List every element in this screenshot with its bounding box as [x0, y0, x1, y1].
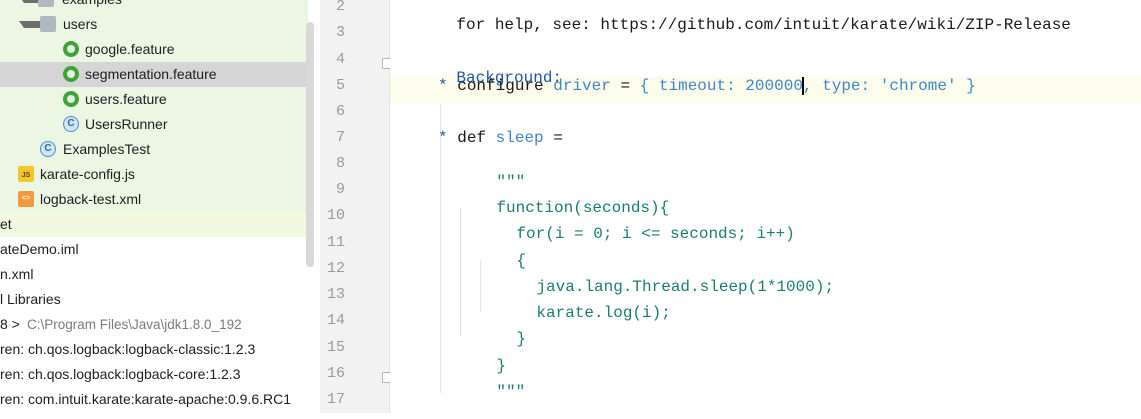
tree-item-label: ExamplesTest [63, 141, 151, 157]
configure-keyword: configure [457, 77, 544, 96]
code-line-10: for(i = 0; i <= seconds; i++) [478, 207, 1141, 243]
def-keyword: def [457, 129, 487, 147]
line-number: 3 [335, 24, 345, 41]
code-line-13: karate.log(i); [498, 286, 1141, 322]
assign-operator: = [553, 129, 563, 147]
driver-config-b: , type: 'chrome' } [802, 77, 976, 96]
line-number: 14 [326, 312, 345, 329]
code-line-11: { [478, 234, 1141, 270]
tree-item-label: karate-config.js [40, 166, 135, 182]
tree-item-label: segmentation.feature [85, 66, 217, 82]
tree-item-examples[interactable]: examples [0, 0, 308, 12]
karate-feature-icon [63, 66, 79, 82]
line-number: 8 [335, 155, 345, 172]
project-tree: examples users google.feature segmentati… [0, 0, 320, 413]
karate-feature-icon [63, 91, 79, 107]
tree-item-examplestest[interactable]: C ExamplesTest [0, 137, 308, 162]
tree-item-label: n.xml [0, 266, 34, 282]
line-number: 15 [326, 339, 345, 356]
tree-scrollbar[interactable] [306, 22, 314, 267]
line-number: 9 [335, 181, 345, 198]
tree-item-karate-config[interactable]: JS karate-config.js [0, 162, 308, 187]
code-line-15: } [458, 339, 1141, 375]
tree-item-target[interactable]: et [0, 212, 308, 237]
line-number: 12 [326, 260, 345, 277]
tree-item-segmentation-feature[interactable]: segmentation.feature [0, 62, 308, 87]
comment-text: for help, see: https://github.com/intuit… [456, 16, 1071, 34]
folder-icon [38, 0, 54, 7]
code-line-2: for help, see: https://github.com/intuit… [418, 0, 1141, 34]
code-line-5: * configure driver = { timeout: 200000, … [438, 77, 1141, 103]
line-number: 7 [335, 129, 345, 146]
tree-item-pom[interactable]: n.xml [0, 262, 308, 287]
code-line-7: * def sleep = [438, 129, 1141, 155]
code-editor[interactable]: for help, see: https://github.com/intuit… [390, 0, 1141, 413]
line-number: 10 [326, 207, 345, 224]
tree-item-usersrunner[interactable]: C UsersRunner [0, 112, 308, 137]
java-class-icon: C [63, 116, 79, 132]
code-line-16: """ [458, 365, 1141, 401]
karate-feature-icon [63, 41, 79, 57]
tree-item-logback-test[interactable]: <> logback-test.xml [0, 187, 308, 212]
java-class-icon: C [40, 141, 56, 157]
tree-item-label: users.feature [85, 91, 167, 107]
tree-item-label: logback-test.xml [40, 191, 142, 207]
step-star: * [438, 129, 448, 147]
sleep-variable: sleep [495, 129, 544, 147]
line-number: 17 [326, 391, 345, 408]
driver-config-a: { timeout: 200000 [639, 77, 803, 96]
tree-item-lib-logback-classic[interactable]: ren: ch.qos.logback:logback-classic:1.2.… [0, 337, 308, 362]
line-number: 16 [326, 365, 345, 382]
folder-icon [40, 16, 56, 32]
jdk-path: C:\Program Files\Java\jdk1.8.0_192 [27, 317, 242, 332]
tree-item-label: ren: ch.qos.logback:logback-classic:1.2.… [0, 341, 256, 357]
driver-variable: driver [553, 77, 611, 96]
code-line-4: Background: [418, 51, 1141, 87]
code-line-8: """ [458, 155, 1141, 191]
tree-item-lib-karate-apache[interactable]: ren: com.intuit.karate:karate-apache:0.9… [0, 387, 308, 412]
tree-item-label: ren: ch.qos.logback:logback-core:1.2.3 [0, 366, 241, 382]
xml-file-icon: <> [18, 191, 34, 207]
tree-item-users[interactable]: users [0, 12, 308, 37]
line-number: 2 [335, 0, 345, 15]
code-line-14: } [478, 312, 1141, 348]
docstring-close: """ [496, 383, 526, 401]
tree-item-google-feature[interactable]: google.feature [0, 37, 308, 62]
tree-item-label: examples [62, 0, 122, 12]
code-line-12: java.lang.Thread.sleep(1*1000); [498, 260, 1141, 296]
tree-item-label: et [0, 216, 12, 232]
step-star: * [438, 77, 448, 96]
editor-gutter: 2 3 4 5 6 7 8 9 10 11 12 13 14 15 16 17 [320, 0, 393, 413]
tree-item-label: 8 > [0, 316, 20, 332]
line-number: 11 [326, 234, 345, 251]
line-number: 13 [326, 286, 345, 303]
line-number: 4 [335, 51, 345, 68]
line-number: 6 [335, 103, 345, 120]
assign-operator: = [620, 77, 631, 96]
tree-item-users-feature[interactable]: users.feature [0, 87, 308, 112]
tree-item-external-libraries[interactable]: l Libraries [0, 287, 308, 312]
tree-item-label: users [63, 16, 98, 32]
tree-item-label: l Libraries [0, 291, 61, 307]
line-number: 5 [335, 77, 345, 94]
code-line-9: function(seconds){ [458, 181, 1141, 217]
tree-item-jdk[interactable]: 8 > C:\Program Files\Java\jdk1.8.0_192 [0, 312, 308, 337]
tree-item-label: UsersRunner [85, 116, 168, 132]
tree-item-iml[interactable]: ateDemo.iml [0, 237, 308, 262]
tree-item-label: ateDemo.iml [0, 241, 79, 257]
tree-item-lib-logback-core[interactable]: ren: ch.qos.logback:logback-core:1.2.3 [0, 362, 308, 387]
tree-item-label: ren: com.intuit.karate:karate-apache:0.9… [0, 391, 292, 407]
js-file-icon: JS [18, 166, 34, 182]
tree-item-label: google.feature [85, 41, 175, 57]
